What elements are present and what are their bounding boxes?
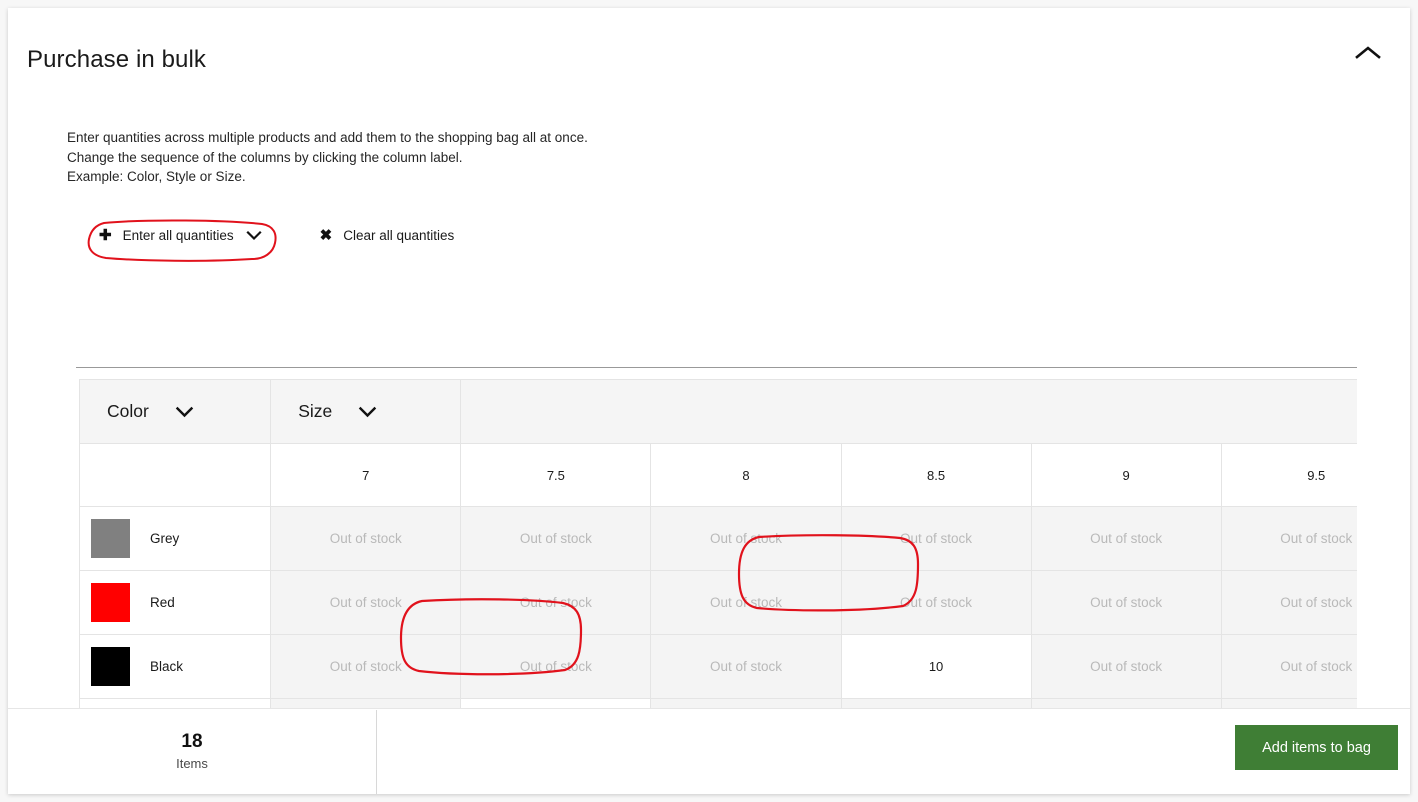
chevron-down-icon <box>358 406 377 418</box>
collapse-section-button[interactable] <box>1346 38 1390 68</box>
color-swatch <box>91 647 130 686</box>
table-row: Grey Out of stock Out of stock Out of stock… <box>79 506 1357 571</box>
size-header-row: 77.588.599.510 <box>79 443 1357 507</box>
page-title: Purchase in bulk <box>27 46 207 73</box>
clear-all-quantities-button[interactable]: ✖ Clear all quantities <box>320 219 455 251</box>
out-of-stock-cell: Out of stock <box>460 570 652 635</box>
out-of-stock-cell: Out of stock <box>1220 506 1357 571</box>
close-x-icon: ✖ <box>319 226 333 244</box>
enter-all-quantities-label: Enter all quantities <box>122 227 234 243</box>
out-of-stock-cell: Out of stock <box>650 570 842 635</box>
size-column-header[interactable]: 7.5 <box>460 443 652 507</box>
color-row-header: Red <box>79 570 272 635</box>
attribute-header-spacer <box>460 379 1357 444</box>
enter-all-quantities-button[interactable]: ✚ Enter all quantities <box>99 219 262 251</box>
attribute-header-size[interactable]: Size <box>270 379 462 444</box>
card-header: Purchase in bulk <box>8 8 1410 93</box>
attribute-header-row: Color Size <box>79 379 1357 444</box>
instructions: Enter quantities across multiple product… <box>67 128 588 187</box>
chevron-up-icon <box>1355 45 1381 61</box>
instructions-line-2: Change the sequence of the columns by cl… <box>67 149 463 165</box>
color-name-label: Grey <box>150 531 180 546</box>
size-header-corner <box>79 443 272 507</box>
bulk-quantity-grid: ColorSize 77.588.599.510 GreyOut of stoc… <box>79 379 1357 763</box>
size-column-header[interactable]: 9.5 <box>1220 443 1357 507</box>
out-of-stock-cell: Out of stock <box>840 506 1032 571</box>
out-of-stock-cell: Out of stock <box>1030 570 1222 635</box>
quantity-input-cell[interactable]: 10 <box>840 634 1032 699</box>
out-of-stock-cell: Out of stock <box>1220 634 1357 699</box>
out-of-stock-cell: Out of stock <box>460 506 652 571</box>
toolbar-divider <box>76 367 1357 368</box>
chevron-down-icon <box>246 230 262 241</box>
size-column-header[interactable]: 9 <box>1030 443 1222 507</box>
out-of-stock-cell: Out of stock <box>1220 570 1357 635</box>
card-body: Enter quantities across multiple product… <box>8 93 1410 791</box>
out-of-stock-cell: Out of stock <box>840 570 1032 635</box>
out-of-stock-cell: Out of stock <box>650 634 842 699</box>
add-items-to-bag-button[interactable]: Add items to bag <box>1235 725 1398 770</box>
chevron-down-icon <box>175 406 194 418</box>
color-row-header: Grey <box>79 506 272 571</box>
instructions-line-1: Enter quantities across multiple product… <box>67 130 588 145</box>
out-of-stock-cell: Out of stock <box>1030 506 1222 571</box>
items-label: Items <box>176 756 208 771</box>
grid-head: Color Size 77.588.599.510 <box>79 379 1357 507</box>
items-summary: 18 Items <box>8 709 376 794</box>
plus-icon: ✚ <box>99 226 112 244</box>
color-name-label: Black <box>150 659 184 674</box>
clear-all-quantities-label: Clear all quantities <box>343 227 455 243</box>
size-column-header[interactable]: 8.5 <box>840 443 1032 507</box>
card-footer: 18 Items Add items to bag <box>8 708 1410 794</box>
color-row-header: Black <box>79 634 272 699</box>
table-row: Black Out of stock Out of stock Out of stoc… <box>79 634 1357 699</box>
footer-divider <box>376 710 377 794</box>
instructions-line-3: Example: Color, Style or Size. <box>67 169 246 184</box>
out-of-stock-cell: Out of stock <box>1030 634 1222 699</box>
attribute-header-color[interactable]: Color <box>79 379 272 444</box>
out-of-stock-cell: Out of stock <box>270 634 462 699</box>
out-of-stock-cell: Out of stock <box>270 570 462 635</box>
out-of-stock-cell: Out of stock <box>270 506 462 571</box>
purchase-in-bulk-card: Purchase in bulk Enter quantities across… <box>8 8 1410 794</box>
size-column-header[interactable]: 8 <box>650 443 842 507</box>
color-swatch <box>91 519 130 558</box>
items-count: 18 <box>181 731 203 752</box>
attribute-header-label: Size <box>298 401 333 421</box>
color-swatch <box>91 583 130 622</box>
screen-root: Purchase in bulk Enter quantities across… <box>0 0 1418 802</box>
color-name-label: Red <box>150 595 175 610</box>
quantity-toolbar: ✚ Enter all quantities ✖ Clear all quant… <box>67 217 454 253</box>
table-row: Red Out of stock Out of stock Out of stock O… <box>79 570 1357 635</box>
out-of-stock-cell: Out of stock <box>650 506 842 571</box>
size-column-header[interactable]: 7 <box>270 443 462 507</box>
out-of-stock-cell: Out of stock <box>460 634 652 699</box>
attribute-header-label: Color <box>107 401 149 421</box>
